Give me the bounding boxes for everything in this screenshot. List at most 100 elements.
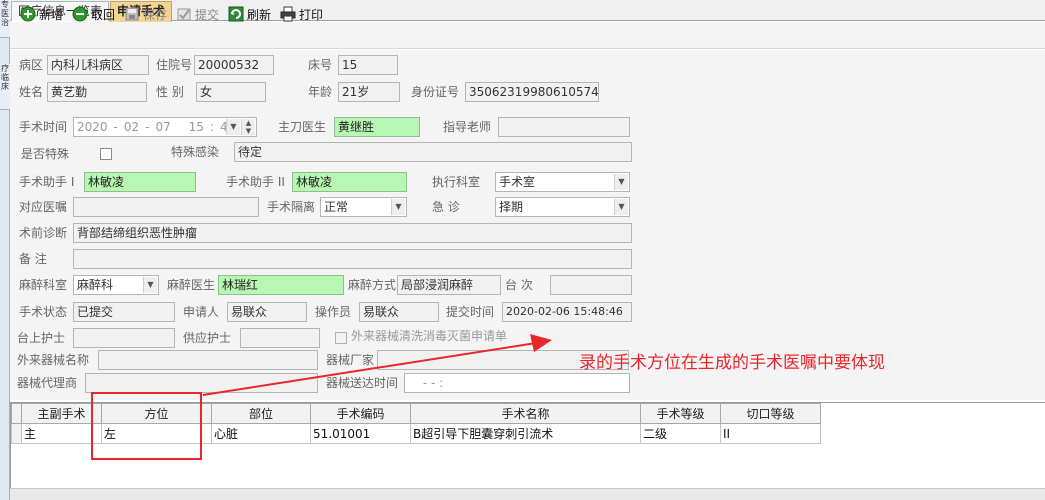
table-cell[interactable]: 主 (21, 423, 102, 444)
side-tab-2-label-3: 床 (1, 82, 9, 91)
printer-icon (280, 6, 296, 22)
special-infection-field[interactable]: 待定 (234, 142, 632, 162)
row-indicator-header (11, 403, 22, 424)
name-field[interactable]: 黄艺勤 (47, 82, 147, 102)
surgery-time-day: 07 (155, 120, 171, 134)
anes-room-label: 麻醉科室 (19, 278, 68, 292)
applicant-label: 申请人 (183, 305, 220, 319)
surgeon-field[interactable]: 黄继胜 (334, 117, 420, 137)
status-field[interactable]: 已提交 (73, 302, 175, 322)
status-label: 手术状态 (19, 305, 68, 319)
submit-time-field[interactable]: 2020-02-06 15:48:46 (502, 302, 632, 322)
refresh-icon (228, 6, 244, 22)
table-cell[interactable]: 心脏 (211, 423, 311, 444)
side-tab-1[interactable]: 专 医 治 (0, 0, 10, 38)
applicant-field[interactable]: 易联众 (227, 302, 307, 322)
floppy-disk-icon (124, 6, 140, 22)
table-cell[interactable]: 二级 (640, 423, 721, 444)
isolation-label: 手术隔离 (267, 200, 316, 214)
chevron-down-icon[interactable]: ▼ (614, 199, 628, 215)
side-tab-2-label-2: 临 (1, 73, 9, 82)
surgeon-label: 主刀医生 (278, 120, 327, 134)
col-header-level[interactable]: 手术等级 (640, 403, 721, 424)
instructor-field[interactable] (498, 117, 630, 137)
check-box-icon (176, 6, 192, 22)
operator-field[interactable]: 易联众 (359, 302, 439, 322)
agent-field[interactable] (85, 373, 318, 393)
order-label: 对应医嘱 (19, 200, 68, 214)
ward-field[interactable]: 内科儿科病区 (47, 55, 149, 75)
external-name-field[interactable] (98, 350, 318, 370)
is-special-label: 是否特殊 (21, 147, 70, 161)
annotation-text: 录的手术方位在生成的手术医嘱中要体现 (579, 353, 885, 373)
anes-room-select[interactable]: 麻醉科 ▼ (73, 275, 159, 295)
order-field[interactable] (73, 197, 259, 217)
surgery-time-year: 2020 (77, 120, 108, 134)
external-clean-checkbox[interactable] (335, 332, 347, 344)
chevron-down-icon[interactable]: ▼ (226, 119, 240, 135)
assistant1-field[interactable]: 林敏凌 (84, 172, 196, 192)
new-button-label: 新增 (39, 7, 64, 22)
isolation-select[interactable]: 正常 ▼ (320, 197, 407, 217)
assistant2-field[interactable]: 林敏凌 (292, 172, 407, 192)
gender-field[interactable]: 女 (196, 82, 266, 102)
surgery-time-hour: 15 (188, 120, 204, 134)
diagnosis-field[interactable]: 背部结缔组织恶性肿瘤 (73, 223, 632, 243)
side-tab-2[interactable]: 疗 临 床 (0, 64, 10, 110)
diagnosis-label: 术前诊断 (19, 226, 68, 240)
surgery-time-label: 手术时间 (19, 120, 68, 134)
bed-number-field[interactable]: 15 (338, 55, 398, 75)
print-button[interactable]: 打印 (280, 4, 323, 24)
table-cell[interactable]: B超引导下胆囊穿刺引流术 (410, 423, 641, 444)
delivery-time-picker[interactable]: - - : (404, 373, 630, 393)
table-order-field[interactable] (550, 275, 632, 295)
row-indicator[interactable] (11, 423, 22, 444)
grid-scrollbar[interactable] (10, 488, 1045, 500)
table-nurse-field[interactable] (73, 328, 175, 348)
remark-field[interactable] (73, 249, 632, 269)
annotation-highlight-box (91, 392, 202, 460)
refresh-button[interactable]: 刷新 (228, 4, 271, 24)
col-header-incision-level[interactable]: 切口等级 (720, 403, 821, 424)
col-header-site[interactable]: 部位 (211, 403, 311, 424)
dept-select[interactable]: 手术室 ▼ (495, 172, 630, 192)
submit-button[interactable]: 提交 (176, 4, 219, 24)
agent-label: 器械代理商 (17, 376, 78, 390)
anes-method-field[interactable]: 局部浸润麻醉 (397, 275, 501, 295)
print-button-label: 打印 (299, 7, 324, 22)
table-nurse-label: 台上护士 (17, 331, 66, 345)
table-cell[interactable]: 51.01001 (310, 423, 411, 444)
cancel-button[interactable]: 取回 (72, 4, 115, 24)
idcard-field[interactable]: 350623199806105740 (465, 82, 599, 102)
dept-select-value: 手术室 (499, 175, 536, 189)
admission-label: 住院号 (156, 58, 193, 72)
chevron-down-icon[interactable]: ▼ (143, 277, 157, 293)
external-clean-label: 外来器械清洗消毒灭菌申请单 (351, 329, 508, 343)
chevron-down-icon[interactable]: ▼ (614, 174, 628, 190)
name-label: 姓名 (19, 85, 44, 99)
col-header-primary[interactable]: 主副手术 (21, 403, 102, 424)
save-button[interactable]: 保存 (124, 4, 167, 24)
emergency-select[interactable]: 择期 ▼ (495, 197, 630, 217)
age-field[interactable]: 21岁 (338, 82, 400, 102)
emergency-select-value: 择期 (499, 200, 524, 214)
assistant1-label: 手术助手 I (19, 175, 75, 189)
anes-method-label: 麻醉方式 (348, 278, 397, 292)
is-special-checkbox[interactable] (100, 148, 112, 160)
table-cell[interactable]: II (720, 423, 821, 444)
spin-updown-icon[interactable]: ▲ ▼ (241, 119, 255, 135)
col-header-name[interactable]: 手术名称 (410, 403, 641, 424)
surgery-time-picker[interactable]: 2020-02-07 15:46 ▼ ▲▼ (73, 117, 257, 137)
side-tab-1-label-3: 治 (1, 18, 9, 27)
side-tab-1-label-2: 医 (1, 9, 9, 18)
gender-label: 性 别 (156, 85, 184, 99)
chevron-down-icon[interactable]: ▼ (391, 199, 405, 215)
anes-doctor-field[interactable]: 林瑞红 (218, 275, 344, 295)
admission-number-field[interactable]: 20000532 (194, 55, 274, 75)
col-header-code[interactable]: 手术编码 (310, 403, 411, 424)
surgery-time-month: 02 (123, 120, 140, 134)
supply-nurse-field[interactable] (240, 328, 320, 348)
new-button[interactable]: 新增 (20, 4, 63, 24)
isolation-select-value: 正常 (324, 200, 349, 214)
special-infection-label: 特殊感染 (171, 145, 220, 159)
